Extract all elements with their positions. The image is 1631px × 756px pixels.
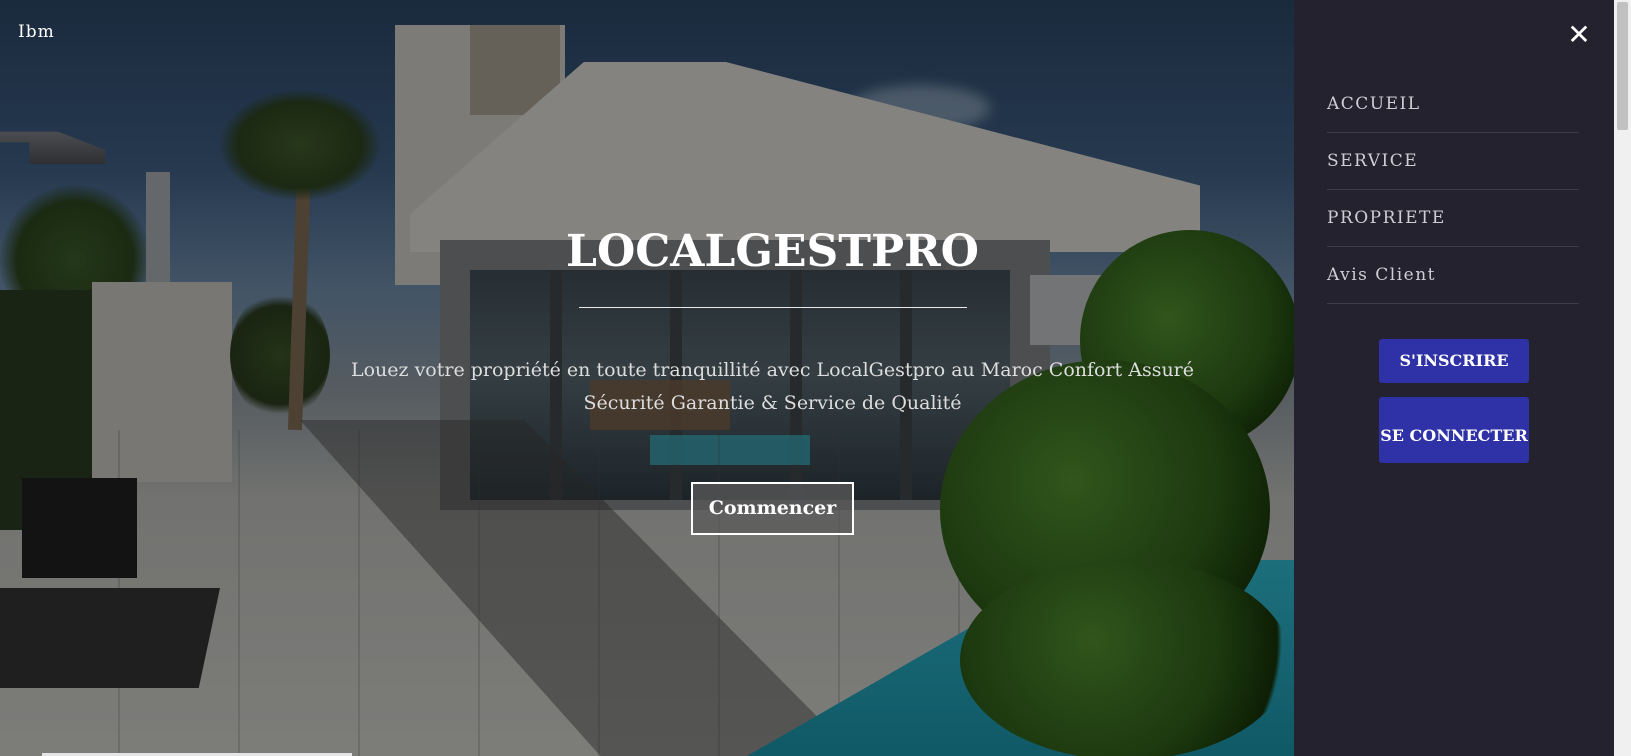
vertical-scrollbar[interactable]: [1614, 0, 1631, 756]
side-menu: ✕ ACCUEIL SERVICE PROPRIETE Avis Client …: [1294, 0, 1614, 756]
scrollbar-thumb[interactable]: [1617, 2, 1628, 130]
menu-item: PROPRIETE: [1327, 190, 1579, 247]
hero-section: Ibm LOCALGESTPRO Louez votre propriété e…: [0, 0, 1294, 756]
signup-button[interactable]: S'INSCRIRE: [1379, 339, 1529, 383]
commencer-button[interactable]: Commencer: [691, 482, 854, 535]
menu-item: Avis Client: [1327, 247, 1579, 304]
login-button[interactable]: SE CONNECTER: [1379, 397, 1529, 463]
menu-link-avis-client[interactable]: Avis Client: [1327, 247, 1579, 303]
hero-content: LOCALGESTPRO Louez votre propriété en to…: [320, 225, 1225, 535]
close-icon[interactable]: ✕: [1566, 21, 1592, 49]
brand-logo[interactable]: Ibm: [18, 22, 55, 42]
hero-title: LOCALGESTPRO: [566, 226, 979, 277]
auth-buttons: S'INSCRIRE SE CONNECTER: [1379, 339, 1529, 463]
menu-list: ACCUEIL SERVICE PROPRIETE Avis Client: [1327, 76, 1579, 304]
menu-link-service[interactable]: SERVICE: [1327, 133, 1579, 189]
menu-link-propriete[interactable]: PROPRIETE: [1327, 190, 1579, 246]
hero-subtitle: Louez votre propriété en toute tranquill…: [350, 359, 1195, 414]
menu-item: SERVICE: [1327, 133, 1579, 190]
title-divider: [578, 307, 967, 308]
menu-link-accueil[interactable]: ACCUEIL: [1327, 76, 1579, 132]
menu-item: ACCUEIL: [1327, 76, 1579, 133]
